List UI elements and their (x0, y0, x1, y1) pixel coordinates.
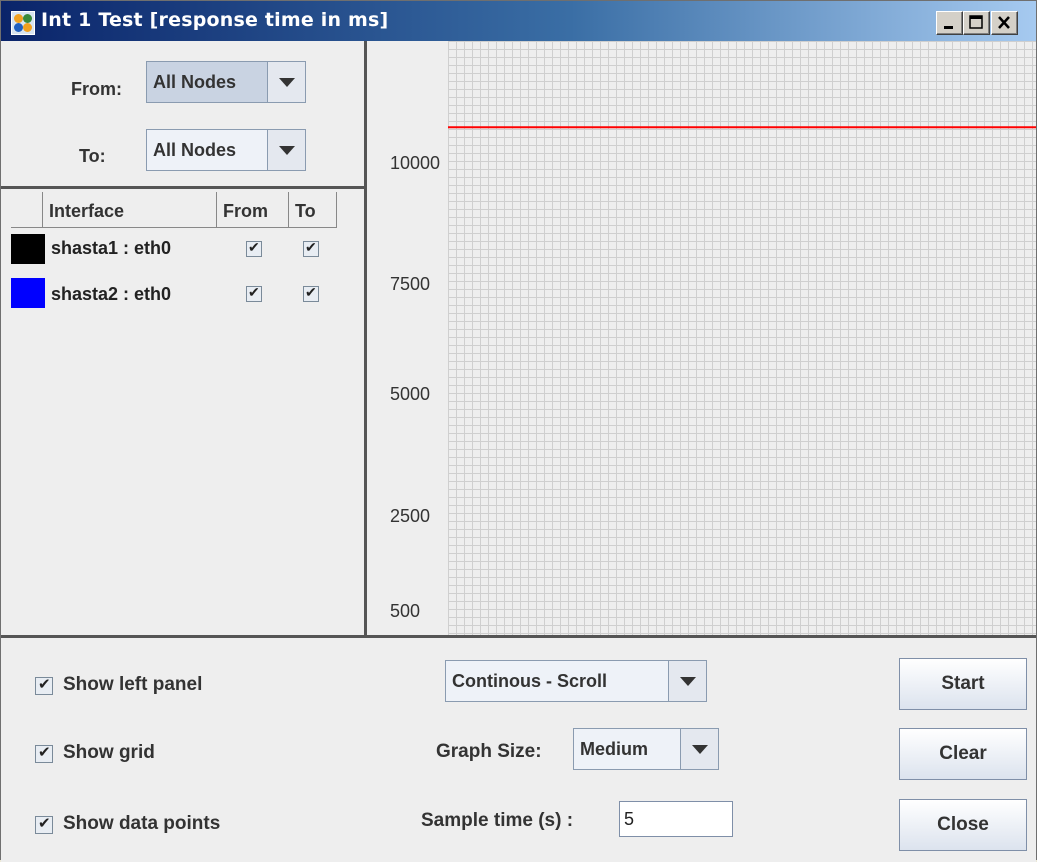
show-data-points-label: Show data points (63, 813, 221, 834)
close-window-button[interactable] (991, 11, 1018, 35)
from-select[interactable]: All Nodes (146, 61, 306, 103)
graph-size-value: Medium (580, 739, 649, 759)
graph-area: 10000 7500 5000 2500 500 (370, 41, 1036, 635)
graph-size-label: Graph Size: (436, 741, 542, 762)
title-bar[interactable]: Int 1 Test [response time in ms] (1, 1, 1036, 41)
minimize-icon (944, 26, 953, 29)
show-left-panel-label: Show left panel (63, 674, 203, 695)
maximize-button[interactable] (963, 11, 990, 35)
color-swatch[interactable] (11, 234, 45, 264)
from-checkbox[interactable] (246, 284, 262, 302)
mode-select[interactable]: Continous - Scroll (445, 660, 707, 702)
sample-time-label: Sample time (s) : (421, 810, 574, 831)
from-checkbox[interactable] (246, 239, 262, 257)
to-select-value: All Nodes (153, 140, 237, 160)
y-tick-label: 500 (390, 601, 421, 621)
from-label: From: (71, 79, 122, 99)
show-grid-checkbox[interactable] (35, 743, 53, 763)
show-left-panel-checkbox[interactable] (35, 675, 53, 695)
show-grid-label: Show grid (63, 742, 155, 763)
y-tick-label: 5000 (390, 384, 431, 404)
close-button[interactable]: Close (899, 799, 1027, 851)
app-icon (11, 11, 35, 35)
sample-time-input[interactable]: 5 (619, 801, 733, 837)
mode-select-value: Continous - Scroll (452, 671, 607, 691)
left-panel: From: All Nodes To: All Nodes (1, 41, 367, 635)
minimize-button[interactable] (936, 11, 963, 35)
interface-label: shasta2 : eth0 (51, 284, 172, 304)
maximize-icon (969, 15, 983, 29)
start-button[interactable]: Start (899, 658, 1027, 710)
clear-button[interactable]: Clear (899, 728, 1027, 780)
window: Int 1 Test [response time in ms] From: A… (0, 0, 1037, 862)
chevron-down-icon[interactable] (267, 130, 305, 170)
to-checkbox[interactable] (303, 239, 319, 257)
header-to[interactable]: To (289, 192, 337, 228)
divider (1, 186, 364, 189)
bottom-panel: Show left panel Show grid Show data poin… (1, 635, 1036, 862)
to-select[interactable]: All Nodes (146, 129, 306, 171)
close-icon (998, 16, 1010, 29)
to-label: To: (79, 146, 106, 166)
y-tick-label: 2500 (390, 506, 431, 526)
header-interface-label: Interface (49, 201, 125, 221)
header-interface[interactable]: Interface (43, 192, 217, 228)
graph-size-select[interactable]: Medium (573, 728, 719, 770)
header-from[interactable]: From (217, 192, 289, 228)
header-from-label: From (223, 201, 268, 221)
chevron-down-icon[interactable] (267, 62, 305, 102)
to-checkbox[interactable] (303, 284, 319, 302)
from-select-value: All Nodes (153, 72, 237, 92)
color-swatch[interactable] (11, 278, 45, 308)
header-to-label: To (295, 201, 316, 221)
show-data-points-checkbox[interactable] (35, 814, 53, 834)
window-title: Int 1 Test [response time in ms] (41, 9, 389, 31)
header-color[interactable] (11, 192, 43, 228)
interface-label: shasta1 : eth0 (51, 238, 172, 258)
y-tick-label: 7500 (390, 274, 431, 294)
chevron-down-icon[interactable] (668, 661, 706, 701)
y-tick-label: 10000 (390, 153, 441, 173)
chevron-down-icon[interactable] (680, 729, 718, 769)
plot-canvas[interactable] (448, 41, 1036, 635)
